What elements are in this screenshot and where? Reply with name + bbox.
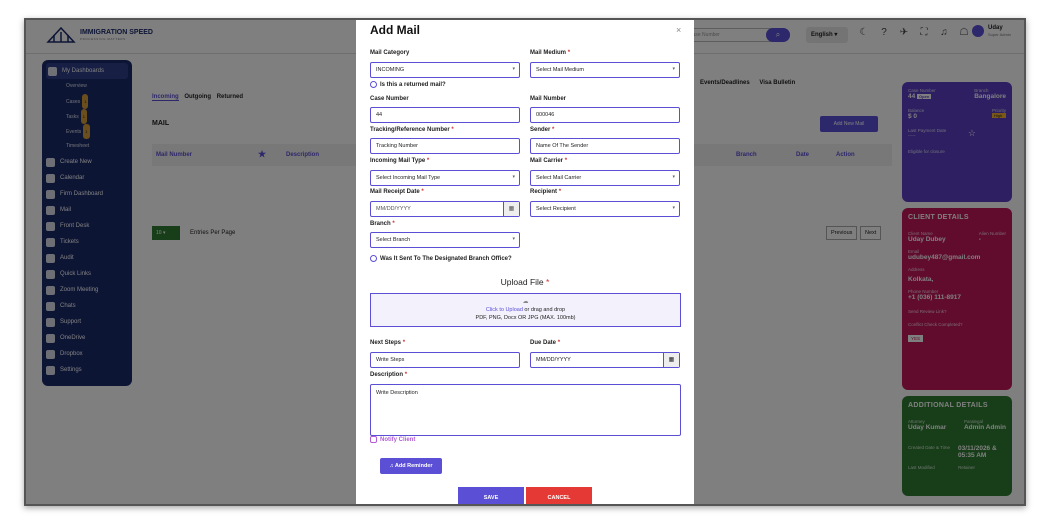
incoming-type-select[interactable]: Select Incoming Mail Type ▾ — [370, 170, 520, 186]
chevron-down-icon: ▾ — [672, 66, 675, 72]
next-steps-label: Next Steps * — [370, 340, 405, 346]
required-mark: * — [402, 340, 406, 346]
required-mark: * — [567, 50, 571, 56]
mail-number-label: Mail Number — [530, 96, 567, 102]
notify-client-label: Notify Client — [380, 436, 416, 443]
add-mail-modal: Add Mail × Mail Category INCOMING ▾ Mail … — [356, 20, 694, 504]
due-date-placeholder: MM/DD/YYYY — [536, 357, 571, 363]
upload-icon: ☁ — [522, 299, 529, 305]
case-number-input[interactable]: 44 — [370, 107, 520, 123]
branch-label: Branch * — [370, 221, 395, 227]
sender-input[interactable]: Name Of The Sender — [530, 138, 680, 154]
modal-title: Add Mail — [370, 23, 420, 37]
add-reminder-button[interactable]: ♫ Add Reminder — [380, 458, 442, 474]
upload-formats: PDF, PNG, Docx OR JPG (MAX. 100mb) — [475, 315, 576, 321]
incoming-type-value: Select Incoming Mail Type — [376, 175, 441, 181]
checkbox-circle — [370, 81, 377, 88]
incoming-type-label: Incoming Mail Type * — [370, 158, 429, 164]
mail-medium-value: Select Mail Medium — [536, 67, 584, 73]
description-label-text: Description — [370, 372, 404, 378]
recipient-select[interactable]: Select Recipient ▾ — [530, 201, 680, 217]
mail-number-input[interactable]: 000046 — [530, 107, 680, 123]
mail-category-label: Mail Category — [370, 50, 410, 56]
required-mark: * — [451, 127, 454, 133]
calendar-icon[interactable]: ▦ — [503, 202, 519, 216]
tracking-label-text: Tracking/Reference Number — [370, 127, 450, 133]
mail-medium-label: Mail Medium * — [530, 50, 570, 56]
upload-title-text: Upload File — [500, 277, 544, 287]
required-mark: * — [546, 277, 550, 287]
chevron-down-icon: ▾ — [512, 174, 515, 180]
chevron-down-icon: ▾ — [672, 174, 675, 180]
checkbox-box — [370, 436, 377, 443]
recipient-value: Select Recipient — [536, 206, 576, 212]
carrier-label: Mail Carrier * — [530, 158, 567, 164]
mail-medium-select[interactable]: Select Mail Medium ▾ — [530, 62, 680, 78]
bell-icon: ♫ — [389, 463, 394, 469]
branch-office-label: Was It Sent To The Designated Branch Off… — [380, 255, 512, 262]
due-date-label: Due Date * — [530, 340, 560, 346]
carrier-label-text: Mail Carrier — [530, 158, 564, 164]
chevron-down-icon: ▾ — [512, 236, 515, 242]
case-number-label: Case Number — [370, 96, 409, 102]
calendar-icon[interactable]: ▦ — [663, 353, 679, 367]
tracking-number-input[interactable]: Tracking Number — [370, 138, 520, 154]
receipt-date-label-text: Mail Receipt Date — [370, 189, 420, 195]
next-steps-input[interactable]: Write Steps — [370, 352, 520, 368]
branch-select[interactable]: Select Branch ▾ — [370, 232, 520, 248]
mail-category-select[interactable]: INCOMING ▾ — [370, 62, 520, 78]
receipt-date-input[interactable]: MM/DD/YYYY ▦ — [370, 201, 520, 217]
notify-client-checkbox[interactable]: Notify Client — [370, 436, 415, 443]
required-mark: * — [421, 189, 424, 195]
required-mark: * — [426, 158, 430, 164]
mail-medium-label-text: Mail Medium — [530, 50, 567, 56]
receipt-date-label: Mail Receipt Date * — [370, 189, 424, 195]
required-mark: * — [552, 127, 555, 133]
required-mark: * — [392, 221, 395, 227]
returned-mail-checkbox[interactable]: Is this a returned mail? — [370, 81, 446, 88]
required-mark: * — [564, 158, 568, 164]
checkbox-circle — [370, 255, 377, 262]
sender-label: Sender * — [530, 127, 554, 133]
branch-label-text: Branch — [370, 221, 391, 227]
recipient-label-text: Recipient — [530, 189, 558, 195]
due-date-label-text: Due Date — [530, 340, 557, 346]
chevron-down-icon: ▾ — [672, 205, 675, 211]
required-mark: * — [558, 189, 562, 195]
required-mark: * — [404, 372, 408, 378]
description-label: Description * — [370, 372, 407, 378]
cancel-button[interactable]: CANCEL — [526, 487, 592, 504]
sender-label-text: Sender — [530, 127, 551, 133]
upload-link[interactable]: Click to Upload — [486, 307, 523, 313]
mail-category-value: INCOMING — [376, 67, 405, 73]
upload-text: or drag and drop — [522, 307, 566, 313]
carrier-select[interactable]: Select Mail Carrier ▾ — [530, 170, 680, 186]
description-textarea[interactable]: Write Description — [370, 384, 681, 436]
required-mark: * — [557, 340, 561, 346]
incoming-type-label-text: Incoming Mail Type — [370, 158, 426, 164]
upload-title: Upload File * — [356, 277, 694, 287]
returned-mail-label: Is this a returned mail? — [380, 81, 446, 88]
receipt-date-placeholder: MM/DD/YYYY — [376, 206, 411, 212]
close-icon[interactable]: × — [676, 25, 681, 35]
next-steps-label-text: Next Steps — [370, 340, 402, 346]
add-reminder-label: Add Reminder — [394, 463, 433, 469]
due-date-input[interactable]: MM/DD/YYYY ▦ — [530, 352, 680, 368]
carrier-value: Select Mail Carrier — [536, 175, 582, 181]
app-window: IMMIGRATION SPEED PROCESSING MATTERS Cas… — [24, 18, 1026, 506]
tracking-label: Tracking/Reference Number * — [370, 127, 454, 133]
save-button[interactable]: SAVE — [458, 487, 524, 504]
chevron-down-icon: ▾ — [512, 66, 515, 72]
upload-dropzone[interactable]: ☁ Click to Upload or drag and drop PDF, … — [370, 293, 681, 327]
branch-value: Select Branch — [376, 237, 411, 243]
recipient-label: Recipient * — [530, 189, 561, 195]
branch-office-checkbox[interactable]: Was It Sent To The Designated Branch Off… — [370, 255, 512, 262]
